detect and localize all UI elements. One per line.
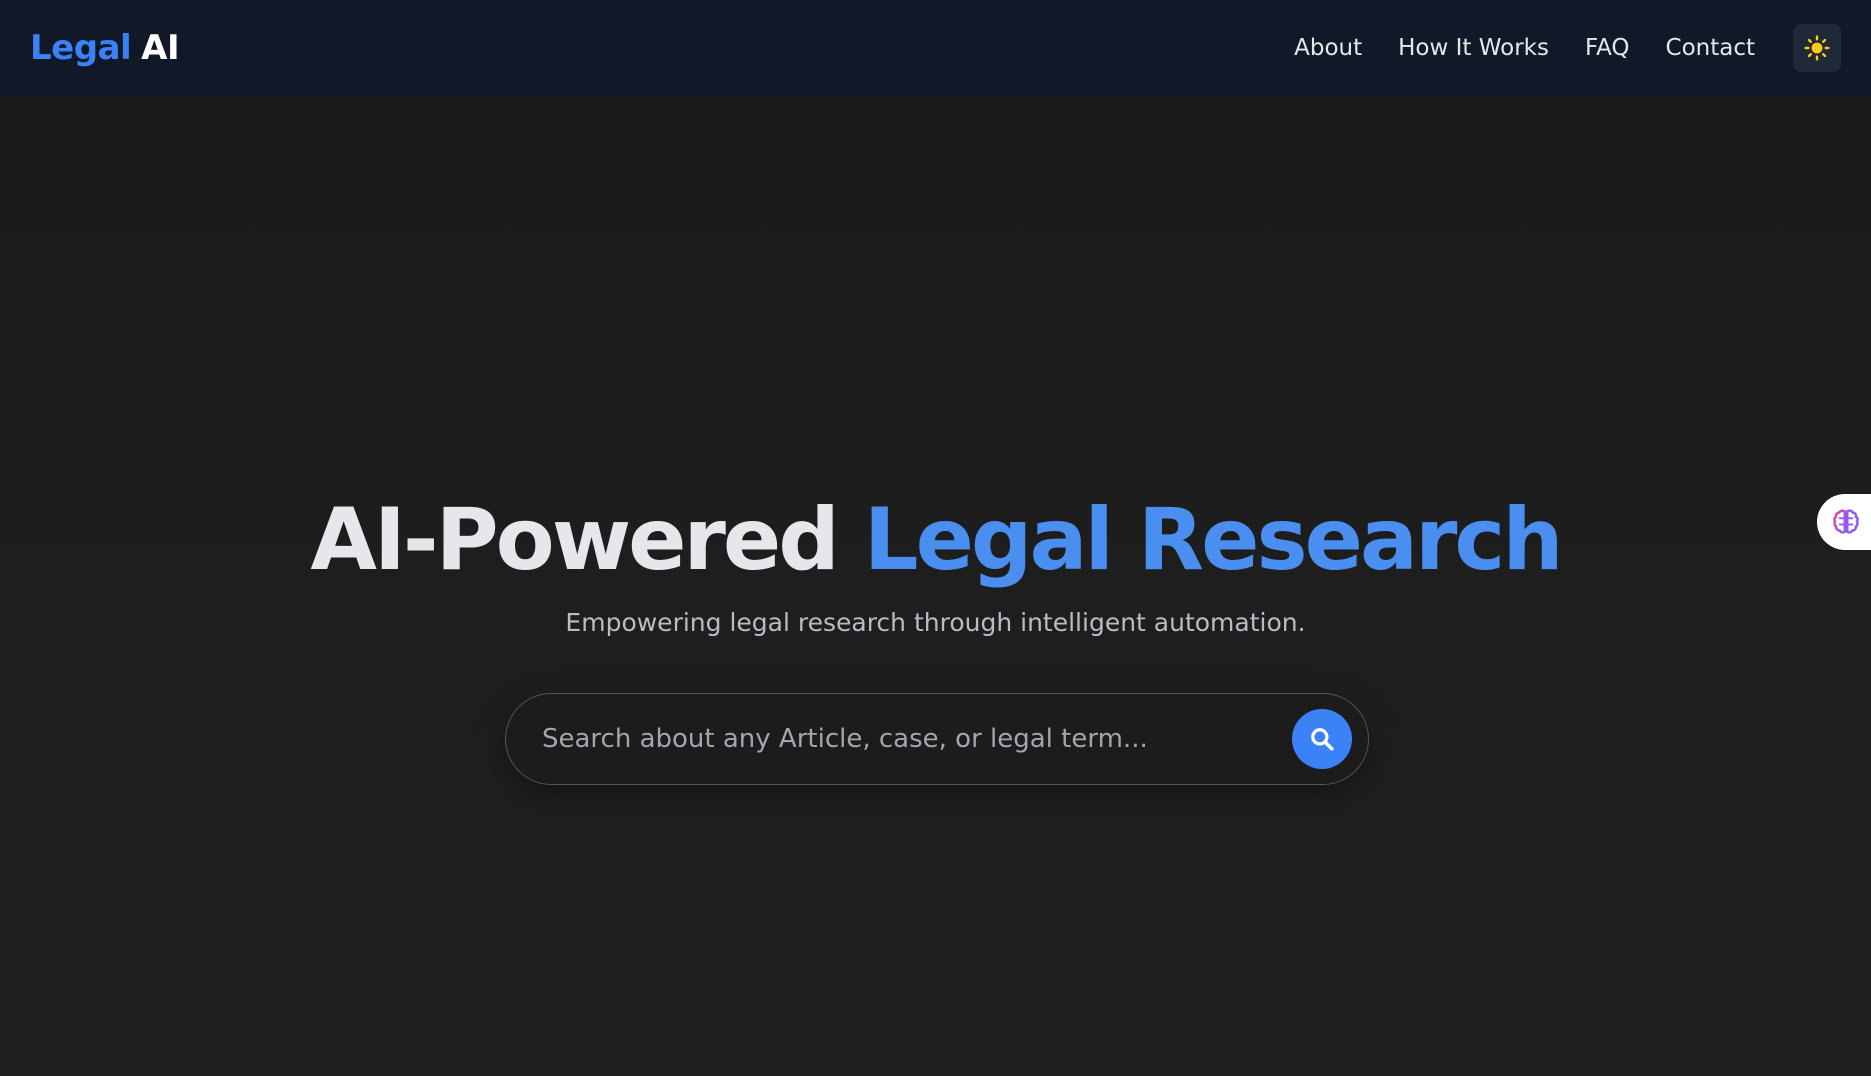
navbar: Legal AI About How It Works FAQ Contact [0, 0, 1871, 96]
hero-title-part2: Legal Research [863, 490, 1564, 590]
brand-logo[interactable]: Legal AI [30, 28, 180, 68]
nav-link-how-it-works[interactable]: How It Works [1398, 35, 1549, 61]
nav-link-about[interactable]: About [1294, 35, 1362, 61]
assistant-widget-button[interactable] [1817, 494, 1871, 550]
nav-links: About How It Works FAQ Contact [1294, 35, 1755, 61]
theme-toggle-button[interactable] [1793, 24, 1841, 72]
hero-title: AI-Powered Legal Research [0, 491, 1871, 590]
nav-link-faq[interactable]: FAQ [1585, 35, 1630, 61]
search-button[interactable] [1292, 709, 1352, 769]
brand-legal: Legal [30, 28, 132, 68]
search-input[interactable] [542, 724, 1292, 754]
brain-icon [1833, 509, 1859, 534]
search-bar [505, 693, 1369, 785]
hero-subtitle: Empowering legal research through intell… [565, 608, 1306, 637]
sun-icon [1804, 35, 1830, 61]
nav-right: About How It Works FAQ Contact [1294, 24, 1841, 72]
hero-title-part1: AI-Powered [310, 490, 839, 590]
search-icon [1311, 728, 1334, 751]
nav-link-contact[interactable]: Contact [1666, 35, 1755, 61]
brand-ai: AI [141, 28, 180, 68]
hero-section: AI-Powered Legal Research Empowering leg… [0, 96, 1871, 1076]
page: Legal AI About How It Works FAQ Contact [0, 0, 1871, 1076]
